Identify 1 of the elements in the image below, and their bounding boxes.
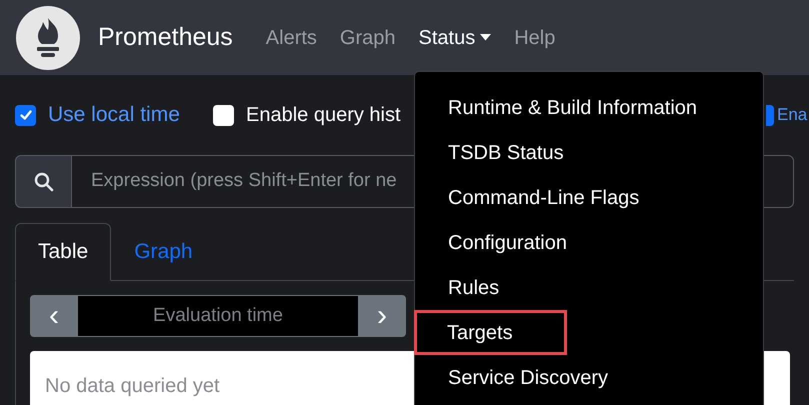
empty-message: No data queried yet: [45, 375, 220, 397]
